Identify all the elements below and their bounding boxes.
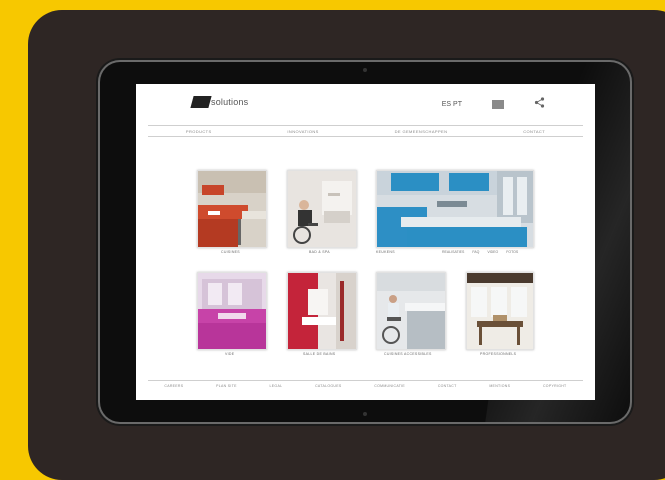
tile-caption: VIDE: [225, 352, 235, 356]
footer-link[interactable]: CATALOGUES: [315, 384, 341, 388]
product-gallery: CUISINES BAD & SPA KEUKENS REALISATIES F…: [136, 84, 595, 400]
tile-caption: PROFESSIONNELS: [480, 352, 517, 356]
tile-caption: KEUKENS: [376, 250, 395, 254]
footer-link[interactable]: CONTACT: [438, 384, 457, 388]
home-button[interactable]: [363, 412, 367, 416]
sub-link[interactable]: FAQ: [472, 250, 479, 254]
kitchen-blue-image: [376, 170, 534, 248]
bathroom-red-wall-image: [287, 272, 357, 350]
pink-room-image: [197, 272, 267, 350]
camera-dot: [363, 68, 367, 72]
professional-dining-image: [466, 272, 534, 350]
tablet-device: solutions ES PT PRODUCTS INNOVATIONS DE …: [100, 62, 630, 422]
accessible-kitchen-image: [376, 272, 446, 350]
tile-caption: BAD & SPA: [309, 250, 330, 254]
footer-link[interactable]: COPYRIGHT: [543, 384, 567, 388]
website-screen: solutions ES PT PRODUCTS INNOVATIONS DE …: [136, 84, 595, 400]
tile-sub-links: REALISATIES FAQ VIDEO FOTOS: [442, 250, 518, 254]
footer-link[interactable]: CAREERS: [164, 384, 183, 388]
footer-link[interactable]: LEGAL: [270, 384, 283, 388]
tile-caption: SALLE DE BAINS: [303, 352, 336, 356]
sub-link[interactable]: VIDEO: [487, 250, 498, 254]
tile-caption: CUISINES ACCESSIBLES: [384, 352, 432, 356]
kitchen-red-image: [197, 170, 267, 248]
bathroom-wheelchair-image: [287, 170, 357, 248]
sub-link[interactable]: FOTOS: [506, 250, 518, 254]
footer-link[interactable]: MENTIONS: [489, 384, 510, 388]
site-footer: CAREERS PLAN SITE LEGAL CATALOGUES COMMU…: [148, 380, 583, 390]
footer-link[interactable]: COMMUNICATIE: [374, 384, 405, 388]
footer-link[interactable]: PLAN SITE: [216, 384, 237, 388]
tile-caption: CUISINES: [221, 250, 240, 254]
sub-link[interactable]: REALISATIES: [442, 250, 464, 254]
